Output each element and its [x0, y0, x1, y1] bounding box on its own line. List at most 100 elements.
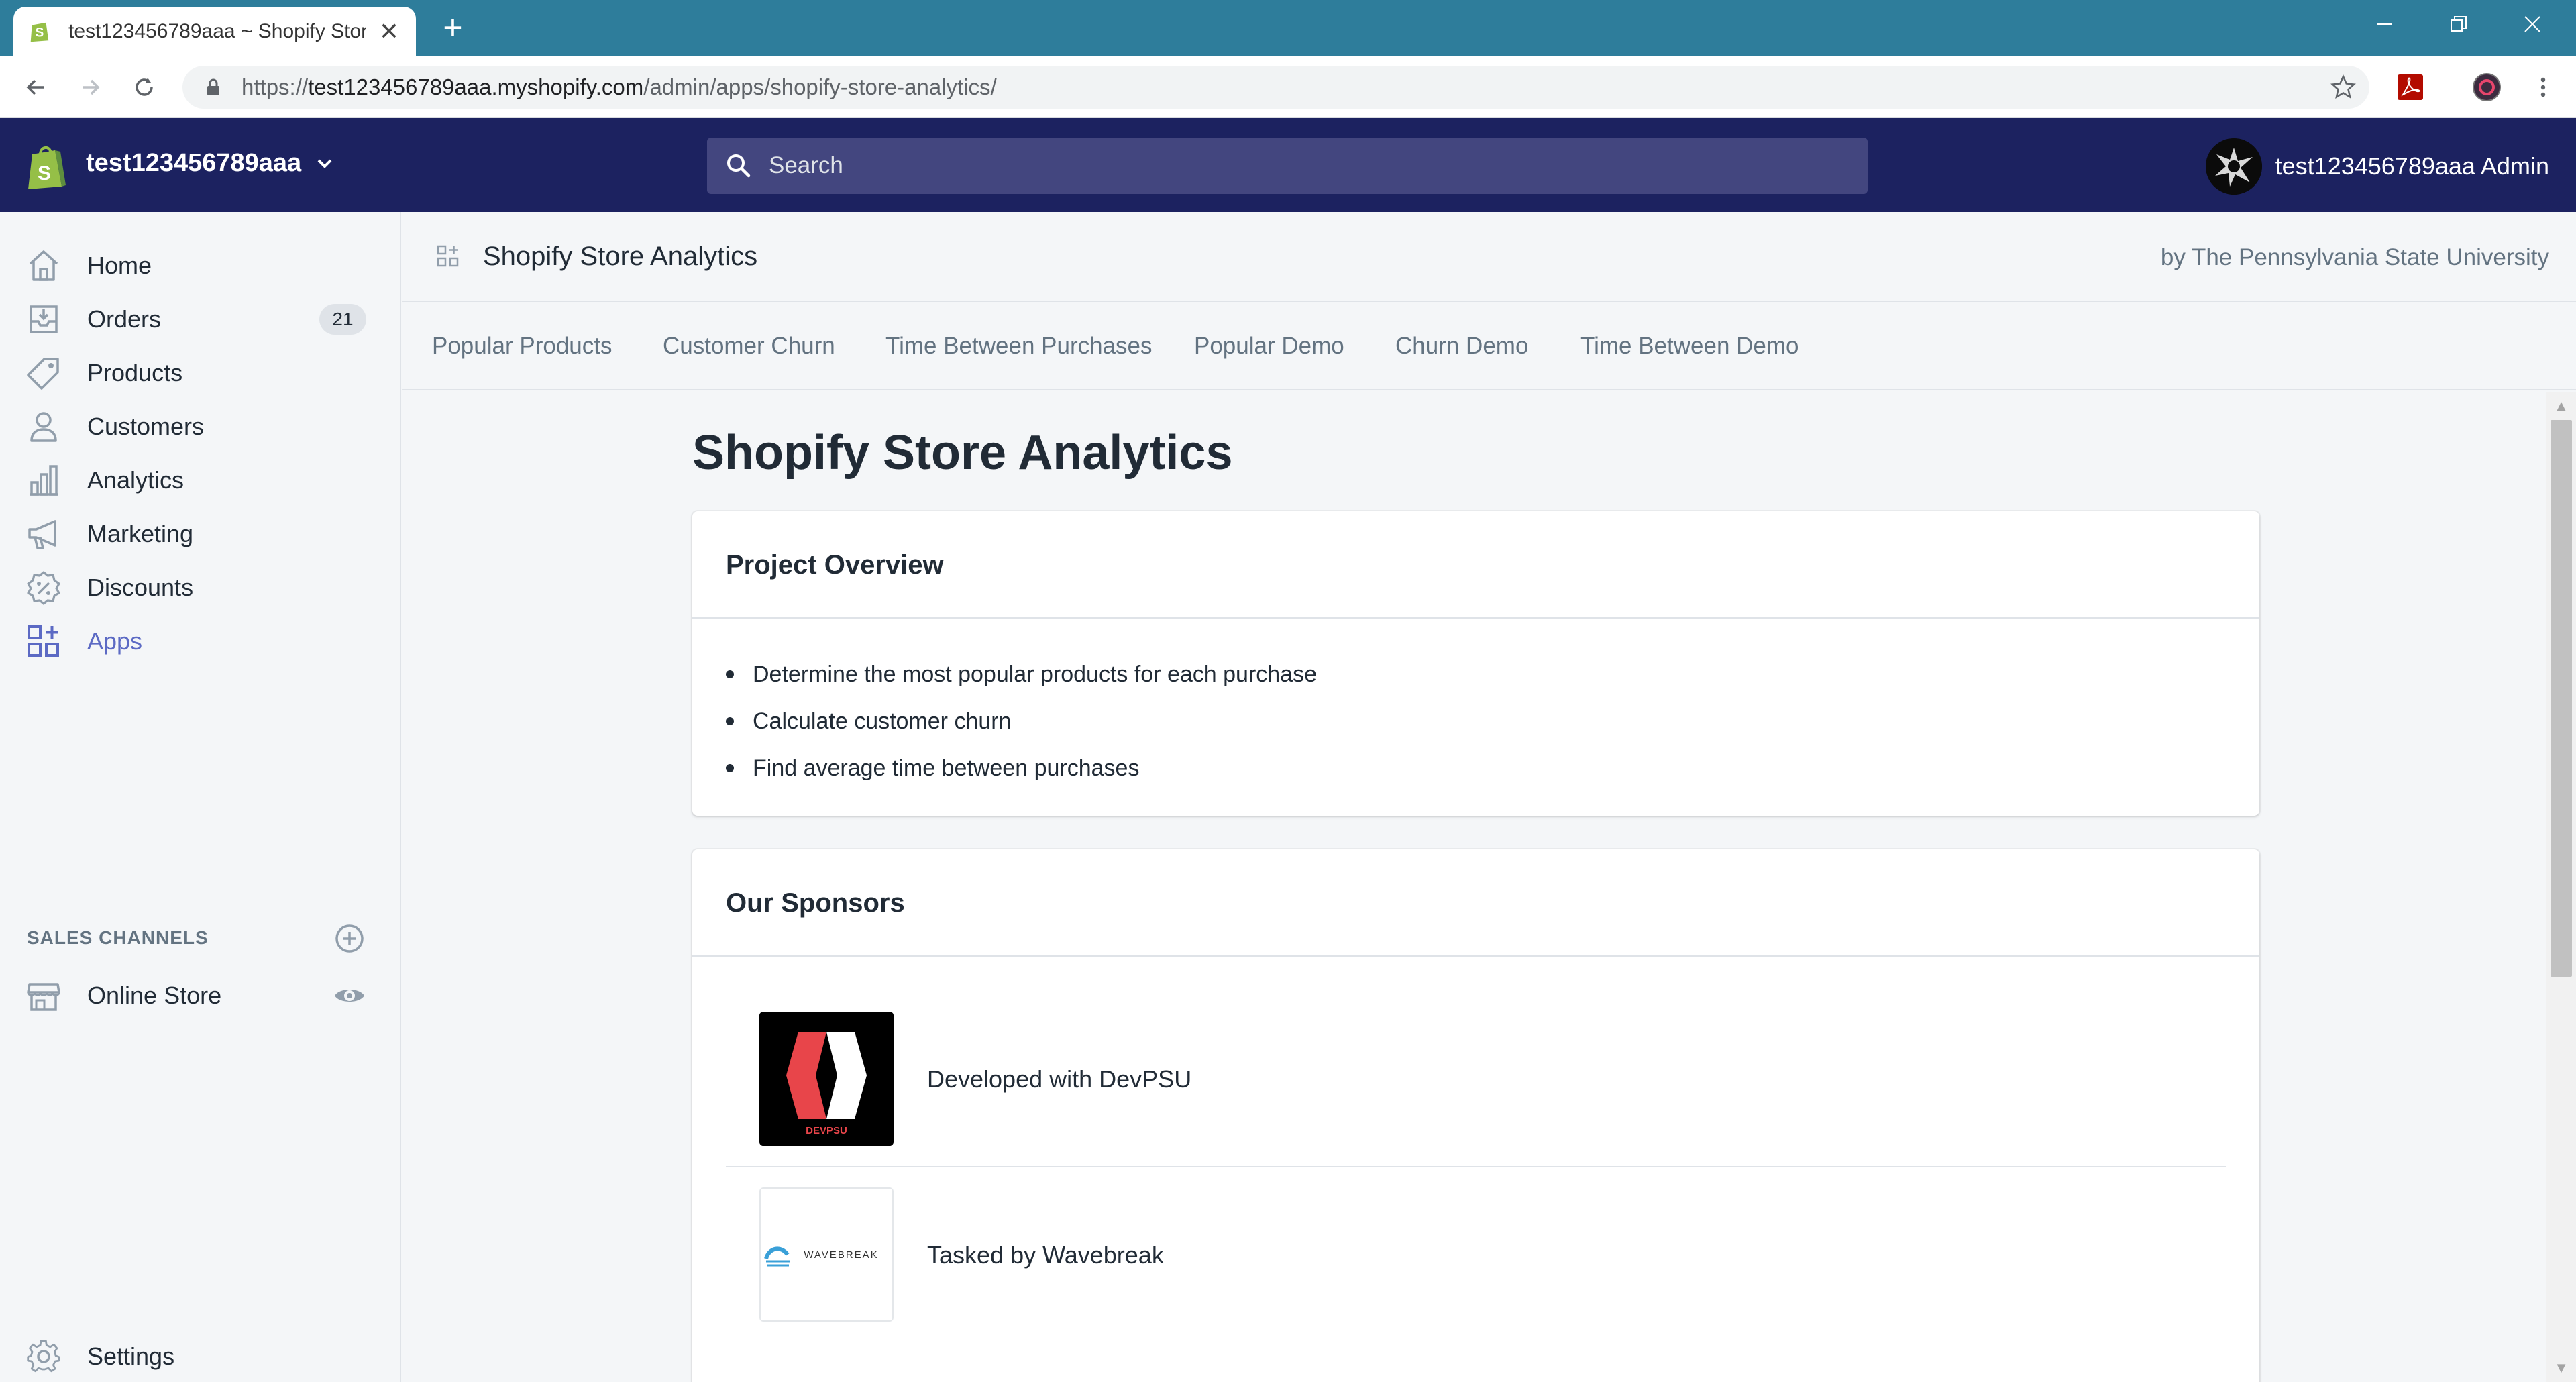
list-item: Determine the most popular products for …	[726, 651, 2259, 698]
avatar	[2205, 138, 2262, 195]
devpsu-logo: DEVPSU	[759, 1012, 894, 1146]
close-window-button[interactable]	[2496, 0, 2569, 48]
shopify-bag-icon[interactable]: S	[25, 142, 68, 191]
tab-time-between-purchases[interactable]: Time Between Purchases	[885, 333, 1152, 360]
search-input[interactable]	[769, 152, 1775, 179]
sponsor-label: Developed with DevPSU	[927, 1065, 1192, 1093]
url-scheme: https://	[241, 74, 309, 99]
scroll-down-arrow-icon[interactable]: ▼	[2546, 1358, 2576, 1378]
sidebar: Home Orders 21 Products Customers Analyt…	[0, 212, 401, 1382]
tag-icon	[27, 358, 59, 390]
sidebar-item-label: Analytics	[87, 466, 184, 494]
overview-list: Determine the most popular products for …	[692, 619, 2259, 792]
sponsor-label: Tasked by Wavebreak	[927, 1241, 1164, 1269]
admin-account-menu[interactable]: test123456789aaa Admin	[2205, 138, 2549, 195]
sidebar-item-home[interactable]: Home	[0, 239, 401, 293]
url-field[interactable]: https://test123456789aaa.myshopify.com/a…	[182, 66, 2369, 109]
tab-popular-products[interactable]: Popular Products	[432, 333, 612, 360]
main-content: Shopify Store Analytics Project Overview…	[402, 392, 2546, 1382]
url-host: test123456789aaa.myshopify.com	[308, 74, 644, 99]
sidebar-item-marketing[interactable]: Marketing	[0, 507, 401, 561]
minimize-button[interactable]	[2348, 0, 2422, 48]
store-switcher[interactable]: test123456789aaa	[86, 149, 335, 178]
sponsors-card: Our Sponsors DEVPSU Developed with DevPS…	[692, 849, 2259, 1382]
profile-extension-button[interactable]	[2467, 68, 2506, 107]
bar-chart-icon	[30, 465, 58, 496]
app-tab-bar: Popular Products Customer Churn Time Bet…	[402, 302, 2576, 390]
card-title: Our Sponsors	[726, 888, 905, 918]
back-arrow-icon	[26, 79, 44, 95]
admin-name: test123456789aaa Admin	[2275, 152, 2549, 180]
tab-churn-demo[interactable]: Churn Demo	[1395, 333, 1528, 360]
list-item: Find average time between purchases	[726, 745, 2259, 792]
browser-tab[interactable]: S test123456789aaa ~ Shopify Store Analy…	[13, 7, 416, 56]
svg-text:S: S	[36, 25, 44, 40]
restore-icon	[2451, 16, 2467, 32]
forward-arrow-icon	[83, 79, 100, 95]
new-tab-button[interactable]: +	[435, 9, 471, 46]
discount-icon	[27, 571, 60, 605]
sponsor-item-devpsu: DEVPSU Developed with DevPSU	[726, 958, 2226, 1146]
browser-menu-button[interactable]	[2524, 68, 2563, 107]
tab-time-between-demo[interactable]: Time Between Demo	[1580, 333, 1799, 360]
star-icon	[2330, 74, 2356, 99]
card-title: Project Overview	[726, 550, 944, 580]
sidebar-item-label: Marketing	[87, 520, 194, 547]
wavebreak-logo: WAVEBREAK	[759, 1187, 894, 1322]
sidebar-item-label: Online Store	[87, 981, 222, 1009]
sidebar-item-apps[interactable]: Apps	[0, 615, 401, 668]
app-title: Shopify Store Analytics	[483, 242, 758, 271]
view-store-eye-icon[interactable]	[333, 982, 366, 1009]
person-icon	[30, 412, 57, 442]
sidebar-item-discounts[interactable]: Discounts	[0, 561, 401, 615]
restore-button[interactable]	[2422, 0, 2496, 48]
sidebar-item-label: Home	[87, 252, 152, 279]
reload-icon	[136, 78, 153, 96]
store-name: test123456789aaa	[86, 149, 302, 177]
wavebreak-logo-text: WAVEBREAK	[804, 1249, 878, 1261]
sidebar-item-customers[interactable]: Customers	[0, 400, 401, 454]
address-bar: https://test123456789aaa.myshopify.com/a…	[0, 56, 2576, 118]
reload-button[interactable]	[125, 68, 164, 107]
app-header: Shopify Store Analytics by The Pennsylva…	[402, 212, 2576, 302]
pdf-extension-button[interactable]	[2391, 68, 2430, 107]
tab-popular-demo[interactable]: Popular Demo	[1194, 333, 1344, 360]
sidebar-item-orders[interactable]: Orders 21	[0, 293, 401, 346]
add-sales-channel-icon[interactable]	[334, 923, 365, 954]
close-icon	[2524, 16, 2540, 32]
lock-icon	[207, 78, 219, 95]
close-tab-icon[interactable]: ✕	[376, 17, 402, 46]
chevron-down-icon	[317, 159, 332, 168]
sales-channels-heading: SALES CHANNELS	[27, 927, 209, 948]
vertical-scrollbar[interactable]: ▲ ▼	[2546, 392, 2576, 1382]
list-item: Calculate customer churn	[726, 698, 2259, 745]
orders-count-badge: 21	[319, 304, 366, 335]
tab-customer-churn[interactable]: Customer Churn	[663, 333, 835, 360]
orders-icon	[30, 305, 58, 333]
sidebar-item-label: Products	[87, 359, 183, 386]
wavebreak-logo-icon: WAVEBREAK	[761, 1189, 892, 1320]
apps-small-icon	[437, 245, 459, 267]
scrollbar-thumb[interactable]	[2551, 420, 2572, 977]
sidebar-item-settings[interactable]: Settings	[0, 1330, 401, 1382]
tab-title: test123456789aaa ~ Shopify Store Analyti…	[68, 19, 366, 42]
megaphone-icon	[28, 520, 56, 549]
bookmark-star-button[interactable]	[2324, 68, 2363, 107]
scroll-up-arrow-icon[interactable]: ▲	[2546, 396, 2576, 416]
back-button[interactable]	[16, 68, 55, 107]
apps-icon	[28, 625, 59, 657]
url-text: https://test123456789aaa.myshopify.com/a…	[241, 74, 997, 100]
svg-text:S: S	[38, 162, 51, 184]
pdf-icon	[2398, 74, 2423, 100]
forward-button[interactable]	[71, 68, 110, 107]
profile-circle-icon	[2473, 73, 2501, 101]
home-icon	[29, 250, 58, 281]
sponsor-item-wavebreak: WAVEBREAK Tasked by Wavebreak	[726, 1134, 2226, 1322]
admin-search[interactable]	[707, 138, 1868, 194]
sidebar-item-analytics[interactable]: Analytics	[0, 454, 401, 507]
sidebar-item-products[interactable]: Products	[0, 346, 401, 400]
page-title: Shopify Store Analytics	[692, 426, 1233, 480]
sidebar-item-label: Apps	[87, 627, 143, 655]
search-icon	[727, 154, 751, 178]
app-developer-link[interactable]: by The Pennsylvania State University	[2161, 244, 2549, 271]
